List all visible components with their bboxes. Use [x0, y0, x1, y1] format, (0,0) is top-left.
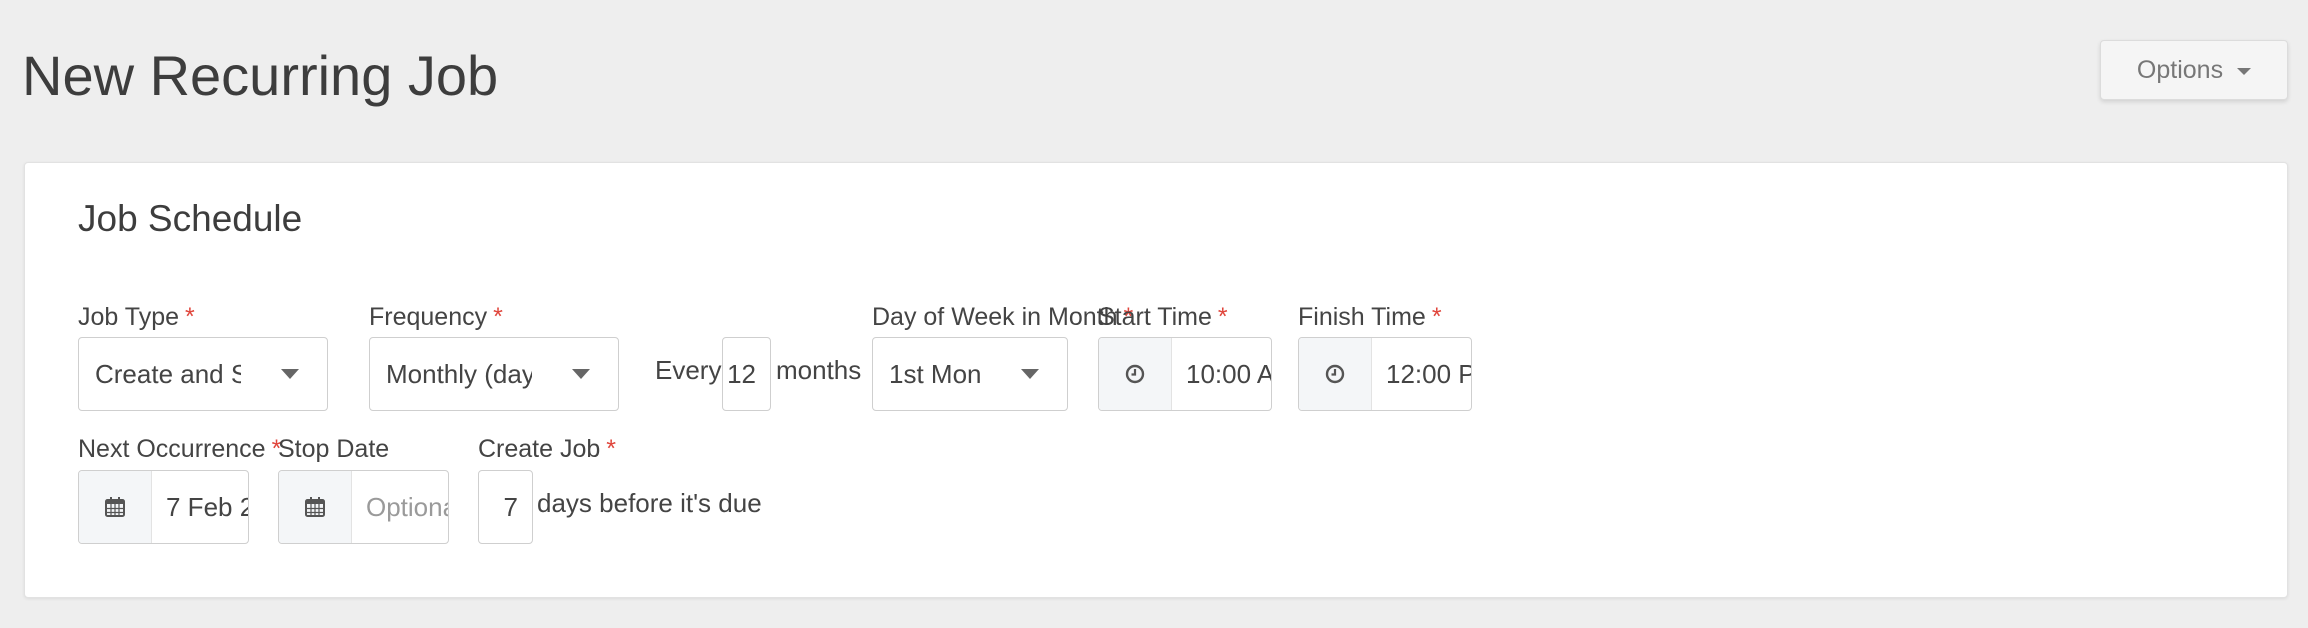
- required-marker: *: [185, 303, 195, 331]
- job-type-label-text: Job Type: [78, 303, 180, 331]
- every-interval-input[interactable]: 12: [722, 337, 771, 411]
- day-of-week-value: 1st Monday: [889, 358, 981, 389]
- required-marker: *: [1217, 303, 1228, 331]
- required-marker: *: [606, 435, 617, 463]
- frequency-label-text: Frequency: [369, 303, 488, 331]
- clock-icon: [1099, 338, 1172, 410]
- every-unit: months: [776, 355, 862, 385]
- options-label: Options: [2136, 55, 2224, 84]
- next-occurrence-label: Next Occurrence *: [78, 433, 281, 465]
- create-job-days-input[interactable]: 7: [478, 470, 533, 544]
- clock-icon: [1299, 338, 1372, 410]
- frequency-value: Monthly (day of week): [386, 358, 532, 389]
- every-label-text: Every: [655, 355, 722, 385]
- required-marker: *: [1431, 303, 1442, 331]
- dropdown-arrow-icon: [572, 369, 590, 379]
- job-type-label: Job Type *: [78, 301, 195, 333]
- create-job-days-value: 7: [503, 491, 518, 522]
- finish-time-value: 12:00 PM: [1386, 358, 1471, 389]
- next-occurrence-input[interactable]: 7 Feb 2022: [78, 470, 249, 544]
- dropdown-arrow-icon: [1021, 369, 1039, 379]
- dropdown-arrow-icon: [281, 369, 299, 379]
- caret-down-icon: [2237, 68, 2252, 75]
- finish-time-label-text: Finish Time: [1298, 303, 1426, 331]
- day-of-week-label: Day of Week in Month *: [872, 301, 1133, 333]
- options-dropdown-button[interactable]: Options: [2100, 40, 2288, 100]
- start-time-label-text: Start Time: [1098, 303, 1212, 331]
- start-time-label: Start Time *: [1098, 301, 1228, 333]
- frequency-label: Frequency *: [369, 301, 503, 333]
- day-of-week-label-text: Day of Week in Month: [872, 303, 1118, 331]
- card-title: Job Schedule: [78, 198, 303, 239]
- job-type-value: Create and Schedule Jc: [95, 358, 241, 389]
- calendar-icon: [79, 471, 152, 543]
- next-occurrence-label-text: Next Occurrence: [78, 435, 266, 463]
- stop-date-input[interactable]: Optional: [278, 470, 449, 544]
- stop-date-placeholder: Optional: [366, 491, 448, 522]
- start-time-value: 10:00 AM: [1186, 358, 1271, 389]
- job-schedule-card: Job Schedule Job Type * Frequency * Day of…: [24, 162, 2288, 598]
- create-job-label: Create Job *: [478, 433, 616, 465]
- calendar-icon: [279, 471, 352, 543]
- finish-time-input[interactable]: 12:00 PM: [1298, 337, 1472, 411]
- every-interval-value: 12: [727, 358, 756, 389]
- create-job-suffix: days before it's due: [537, 488, 762, 518]
- job-type-select[interactable]: Create and Schedule Jc: [78, 337, 328, 411]
- next-occurrence-value: 7 Feb 2022: [166, 491, 248, 522]
- create-job-label-text: Create Job: [478, 435, 601, 463]
- page-title: New Recurring Job: [22, 44, 499, 107]
- stop-date-label: Stop Date: [278, 435, 390, 463]
- frequency-select[interactable]: Monthly (day of week): [369, 337, 619, 411]
- required-marker: *: [493, 303, 503, 331]
- day-of-week-select[interactable]: 1st Monday: [872, 337, 1068, 411]
- finish-time-label: Finish Time *: [1298, 301, 1442, 333]
- start-time-input[interactable]: 10:00 AM: [1098, 337, 1272, 411]
